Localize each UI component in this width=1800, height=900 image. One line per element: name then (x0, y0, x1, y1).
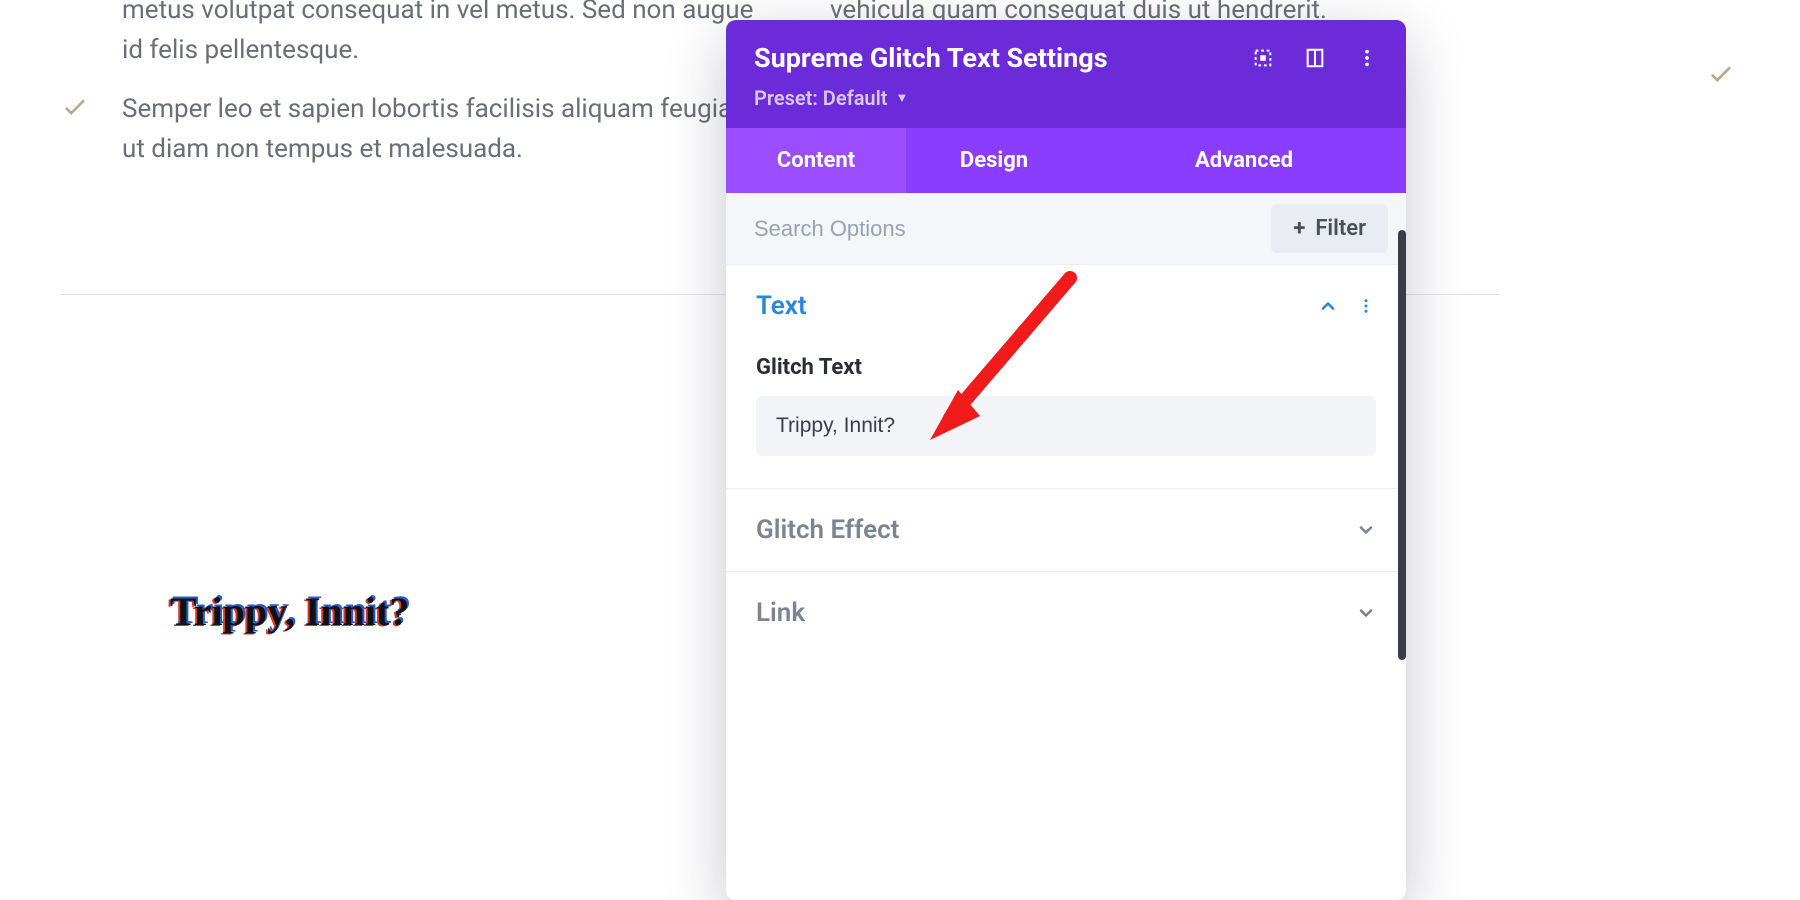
search-input[interactable] (754, 216, 1257, 242)
chevron-down-icon (1356, 603, 1376, 623)
section-link: Link (726, 572, 1406, 654)
glitch-text-input[interactable] (756, 396, 1376, 456)
preset-dropdown[interactable]: Preset: Default ▼ (754, 86, 908, 110)
section-header-link[interactable]: Link (726, 572, 1406, 654)
filter-label: Filter (1315, 216, 1366, 241)
section-body-text: Glitch Text (726, 355, 1406, 488)
settings-panel: Supreme Glitch Text Settings Preset: Def… (726, 20, 1406, 900)
bullet-row: metus volutpat consequat in vel metus. S… (60, 0, 760, 71)
expand-icon[interactable] (1252, 47, 1274, 69)
left-column: metus volutpat consequat in vel metus. S… (60, 0, 760, 187)
chevron-up-icon (1318, 296, 1338, 316)
section-glitch-effect: Glitch Effect (726, 489, 1406, 572)
chevron-down-icon (1356, 520, 1376, 540)
bullet-text: metus volutpat consequat in vel metus. S… (122, 0, 760, 71)
responsive-icon[interactable] (1304, 47, 1326, 69)
more-vertical-icon[interactable] (1356, 47, 1378, 69)
tab-advanced[interactable]: Advanced (1082, 128, 1406, 193)
panel-tabs: Content Design Advanced (726, 128, 1406, 193)
section-title: Text (756, 291, 1318, 321)
section-title: Glitch Effect (756, 515, 1356, 545)
section-header-glitch-effect[interactable]: Glitch Effect (726, 489, 1406, 571)
check-icon (1706, 58, 1740, 92)
panel-title: Supreme Glitch Text Settings (754, 42, 1234, 74)
panel-header[interactable]: Supreme Glitch Text Settings Preset: Def… (726, 20, 1406, 128)
field-label-glitch-text: Glitch Text (756, 355, 1376, 380)
glitch-layer-main: Trippy, Innit? (170, 589, 409, 634)
bullet-row: Semper leo et sapien lobortis facilisis … (60, 89, 760, 170)
bullet-text: Semper leo et sapien lobortis facilisis … (122, 89, 760, 170)
section-header-text[interactable]: Text (726, 265, 1406, 347)
tab-design[interactable]: Design (906, 128, 1082, 193)
filter-button[interactable]: + Filter (1271, 204, 1388, 253)
caret-down-icon: ▼ (896, 90, 909, 106)
check-icon (60, 89, 94, 123)
panel-title-row: Supreme Glitch Text Settings (754, 42, 1378, 74)
preset-label: Preset: Default (754, 86, 888, 110)
glitch-text-preview[interactable]: Trippy, Innit? Trippy, Innit? Trippy, In… (170, 588, 409, 635)
search-row: + Filter (726, 193, 1406, 265)
plus-icon: + (1293, 216, 1305, 241)
section-text: Text Glitch Text (726, 265, 1406, 489)
more-vertical-icon[interactable] (1356, 296, 1376, 316)
tab-content[interactable]: Content (726, 128, 906, 193)
section-title: Link (756, 598, 1356, 628)
scrollbar[interactable] (1398, 230, 1406, 660)
